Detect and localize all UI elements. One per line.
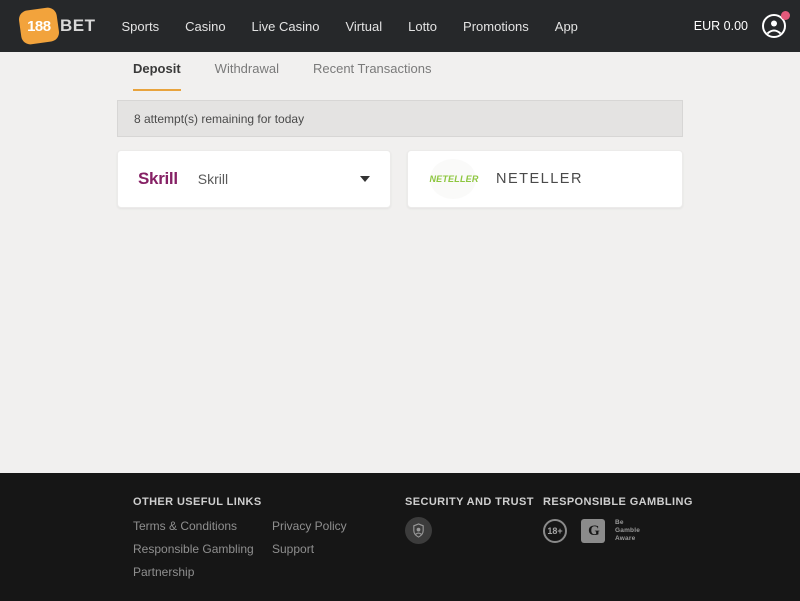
begambleaware-icon: Be Gamble Aware [615, 519, 640, 543]
footer-heading-responsible: RESPONSIBLE GAMBLING [543, 496, 693, 508]
user-account-icon[interactable] [760, 12, 788, 40]
footer-heading-security: SECURITY AND TRUST [405, 496, 534, 508]
skrill-logo: Skrill [138, 169, 178, 189]
footer-link-responsible-gambling[interactable]: Responsible Gambling [133, 542, 254, 556]
security-crest-icon [405, 517, 432, 544]
tab-deposit[interactable]: Deposit [133, 61, 181, 91]
skrill-label: Skrill [198, 171, 228, 187]
attempts-notice-text: 8 attempt(s) remaining for today [134, 112, 304, 126]
wallet-tabs: Deposit Withdrawal Recent Transactions [133, 61, 431, 91]
payment-method-skrill-dropdown[interactable]: Skrill Skrill [117, 150, 391, 208]
footer-link-partnership[interactable]: Partnership [133, 565, 194, 579]
footer-link-support[interactable]: Support [272, 542, 314, 556]
footer-link-privacy-policy[interactable]: Privacy Policy [272, 519, 347, 533]
tab-withdrawal[interactable]: Withdrawal [215, 61, 279, 91]
logo-suffix: BET [60, 16, 96, 36]
notification-dot [781, 11, 790, 20]
logo-188bet[interactable]: 188 BET [20, 9, 96, 43]
payment-method-neteller[interactable]: NETELLER NETELLER [407, 150, 683, 208]
balance-display: EUR 0.00 [694, 19, 748, 33]
nav-item-promotions[interactable]: Promotions [463, 19, 529, 34]
nav-item-app[interactable]: App [555, 19, 578, 34]
topbar-right: EUR 0.00 [694, 0, 788, 52]
neteller-logo: NETELLER [429, 174, 478, 184]
attempts-notice: 8 attempt(s) remaining for today [117, 100, 683, 137]
neteller-logo-circle: NETELLER [428, 159, 480, 199]
top-nav-bar: 188 BET Sports Casino Live Casino Virtua… [0, 0, 800, 52]
main-nav: Sports Casino Live Casino Virtual Lotto … [122, 19, 578, 34]
nav-item-casino[interactable]: Casino [185, 19, 225, 34]
age-18-plus-icon: 18+ [543, 519, 567, 543]
nav-item-live-casino[interactable]: Live Casino [252, 19, 320, 34]
nav-item-sports[interactable]: Sports [122, 19, 160, 34]
gamstop-icon: G [581, 519, 605, 543]
nav-item-lotto[interactable]: Lotto [408, 19, 437, 34]
page: 188 BET Sports Casino Live Casino Virtua… [0, 0, 800, 601]
footer: OTHER USEFUL LINKS Terms & Conditions Re… [0, 473, 800, 601]
neteller-label: NETELLER [496, 171, 583, 187]
logo-badge: 188 [18, 7, 60, 46]
footer-heading-links: OTHER USEFUL LINKS [133, 496, 262, 508]
tab-recent-transactions[interactable]: Recent Transactions [313, 61, 432, 91]
chevron-down-icon[interactable] [360, 176, 370, 182]
nav-item-virtual[interactable]: Virtual [345, 19, 382, 34]
footer-link-terms[interactable]: Terms & Conditions [133, 519, 237, 533]
